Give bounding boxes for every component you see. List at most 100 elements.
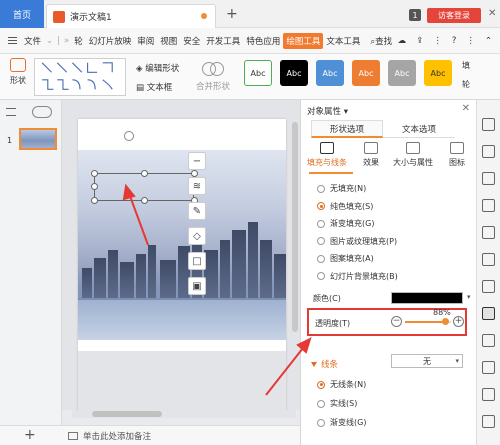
rotate-handle-icon[interactable] — [124, 131, 134, 141]
radio-button-checked[interactable] — [317, 380, 325, 389]
line-none-option[interactable]: 无线条(N) — [317, 375, 366, 394]
fill-button[interactable]: 填 — [462, 60, 500, 71]
tab-text-options[interactable]: 文本选项 — [383, 120, 455, 138]
fill-picture-option[interactable]: 图片或纹理填充(P) — [317, 233, 398, 251]
resize-handle[interactable] — [91, 197, 98, 204]
outline-icon[interactable]: □ — [188, 252, 206, 270]
add-slide-button[interactable]: + — [24, 427, 36, 443]
radio-button[interactable] — [317, 254, 325, 263]
cloud-icon[interactable]: ☁ — [398, 36, 407, 46]
collapse-icon[interactable]: − — [188, 152, 206, 170]
picture-icon[interactable] — [482, 334, 495, 347]
table-icon[interactable] — [482, 226, 495, 239]
chevron-down-icon[interactable]: ▾ — [467, 293, 471, 301]
style-swatch-3[interactable]: Abc — [316, 60, 344, 86]
style-swatch-5[interactable]: Abc — [388, 60, 416, 86]
guest-login-button[interactable]: 访客登录 — [427, 8, 481, 23]
window-count-badge[interactable]: 1 — [409, 9, 421, 21]
slide[interactable] — [78, 119, 286, 415]
shape-button[interactable]: 形状 — [6, 58, 30, 86]
subtab-effects[interactable]: 效果 — [351, 142, 391, 168]
close-icon[interactable]: ✕ — [488, 8, 496, 19]
home-tab[interactable]: 首页 — [0, 0, 44, 28]
slide-thumbnail[interactable] — [19, 128, 57, 150]
chart-icon[interactable] — [482, 280, 495, 293]
menu-item-review[interactable]: 审阅 — [134, 35, 157, 47]
fill-gradient-option[interactable]: 渐变填充(G) — [317, 215, 398, 233]
hamburger-menu-icon[interactable] — [8, 37, 17, 44]
text-box-button[interactable]: ▤ 文本框 — [136, 81, 179, 93]
properties-icon[interactable] — [482, 307, 495, 320]
outline-button[interactable]: 轮 — [462, 79, 500, 90]
style-swatch-6[interactable]: Abc — [424, 60, 452, 86]
increase-transparency-button[interactable]: + — [453, 316, 464, 327]
fill-solid-option[interactable]: 纯色填充(S) — [317, 198, 398, 216]
style-swatch-2[interactable]: Abc — [280, 60, 308, 86]
radio-button[interactable] — [317, 272, 325, 281]
menu-file[interactable]: 文件 — [21, 35, 44, 47]
more-options-icon[interactable]: ⋮ — [466, 36, 475, 46]
radio-button[interactable] — [317, 219, 325, 228]
decrease-transparency-button[interactable]: − — [391, 316, 402, 327]
settings-icon[interactable] — [482, 415, 495, 428]
menu-item-0[interactable]: 轮 — [71, 35, 86, 47]
resize-handle[interactable] — [91, 183, 98, 190]
document-tab[interactable]: 演示文稿1 — [46, 4, 216, 28]
fill-background-option[interactable]: 幻灯片背景填充(B) — [317, 268, 398, 286]
shape-icon[interactable] — [482, 145, 495, 158]
notes-bar[interactable]: 单击此处添加备注 — [62, 425, 300, 445]
fill-color-picker[interactable] — [391, 292, 463, 304]
line-shapes-gallery[interactable] — [34, 58, 126, 96]
picture-icon[interactable]: ▣ — [188, 277, 206, 295]
collapse-ribbon-icon[interactable]: ⌃ — [485, 36, 492, 46]
menu-item-special[interactable]: 特色应用 — [243, 35, 283, 47]
overflow-chevron-icon[interactable]: » — [64, 36, 69, 46]
style-swatch-4[interactable]: Abc — [352, 60, 380, 86]
vertical-scroll-thumb[interactable] — [292, 122, 298, 332]
menu-item-text-tools[interactable]: 文本工具 — [323, 35, 363, 47]
line-type-select[interactable]: 无 ▾ — [391, 354, 463, 368]
help-icon[interactable]: ? — [452, 36, 457, 46]
horizontal-scroll-thumb[interactable] — [92, 411, 162, 417]
transparency-slider[interactable] — [405, 318, 451, 325]
close-icon[interactable]: ✕ — [462, 103, 470, 114]
more-icon[interactable]: ⋮ — [433, 36, 442, 46]
outline-view-icon[interactable] — [6, 108, 16, 116]
radio-button[interactable] — [317, 399, 325, 408]
horizontal-scrollbar[interactable] — [72, 410, 296, 418]
tab-shape-options[interactable]: 形状选项 — [311, 120, 383, 138]
menu-item-view[interactable]: 视图 — [157, 35, 180, 47]
line-section-header[interactable]: 线条 — [311, 358, 338, 370]
slide-view-icon[interactable] — [32, 106, 52, 118]
clock-icon[interactable] — [482, 361, 495, 374]
fill-bucket-icon[interactable]: ◇ — [188, 227, 206, 245]
menu-item-slideshow[interactable]: 幻灯片放映 — [86, 35, 135, 47]
transparency-value[interactable]: 88% — [433, 308, 451, 317]
subtab-icon[interactable]: 图标 — [437, 142, 477, 168]
resize-handle[interactable] — [141, 197, 148, 204]
magic-icon[interactable] — [482, 172, 495, 185]
radio-button[interactable] — [317, 184, 325, 193]
print-icon[interactable] — [482, 388, 495, 401]
vertical-scrollbar[interactable] — [292, 118, 298, 408]
merge-shape-button[interactable]: 合并形状 — [196, 62, 230, 92]
panel-title[interactable]: 对象属性 ▾ — [307, 105, 348, 117]
layout-icon[interactable] — [482, 199, 495, 212]
animation-icon[interactable] — [482, 253, 495, 266]
layers-icon[interactable]: ≋ — [188, 177, 206, 195]
menu-item-security[interactable]: 安全 — [180, 35, 203, 47]
cursor-icon[interactable] — [482, 118, 495, 131]
chevron-down-icon[interactable]: ⌄ — [46, 36, 53, 46]
edit-shape-button[interactable]: ◈ 编辑形状 — [136, 62, 179, 74]
resize-handle[interactable] — [91, 170, 98, 177]
line-gradient-option[interactable]: 渐变线(G) — [317, 413, 366, 432]
radio-button[interactable] — [317, 237, 325, 246]
menu-item-drawing-tools[interactable]: 绘图工具 — [283, 32, 324, 49]
pen-icon[interactable]: ✎ — [188, 202, 206, 220]
radio-button[interactable] — [317, 418, 325, 427]
transparency-slider-knob[interactable] — [441, 318, 449, 325]
resize-handle[interactable] — [141, 170, 148, 177]
line-solid-option[interactable]: 实线(S) — [317, 394, 366, 413]
fill-pattern-option[interactable]: 图案填充(A) — [317, 250, 398, 268]
subtab-fill-line[interactable]: 填充与线条 — [307, 142, 347, 168]
